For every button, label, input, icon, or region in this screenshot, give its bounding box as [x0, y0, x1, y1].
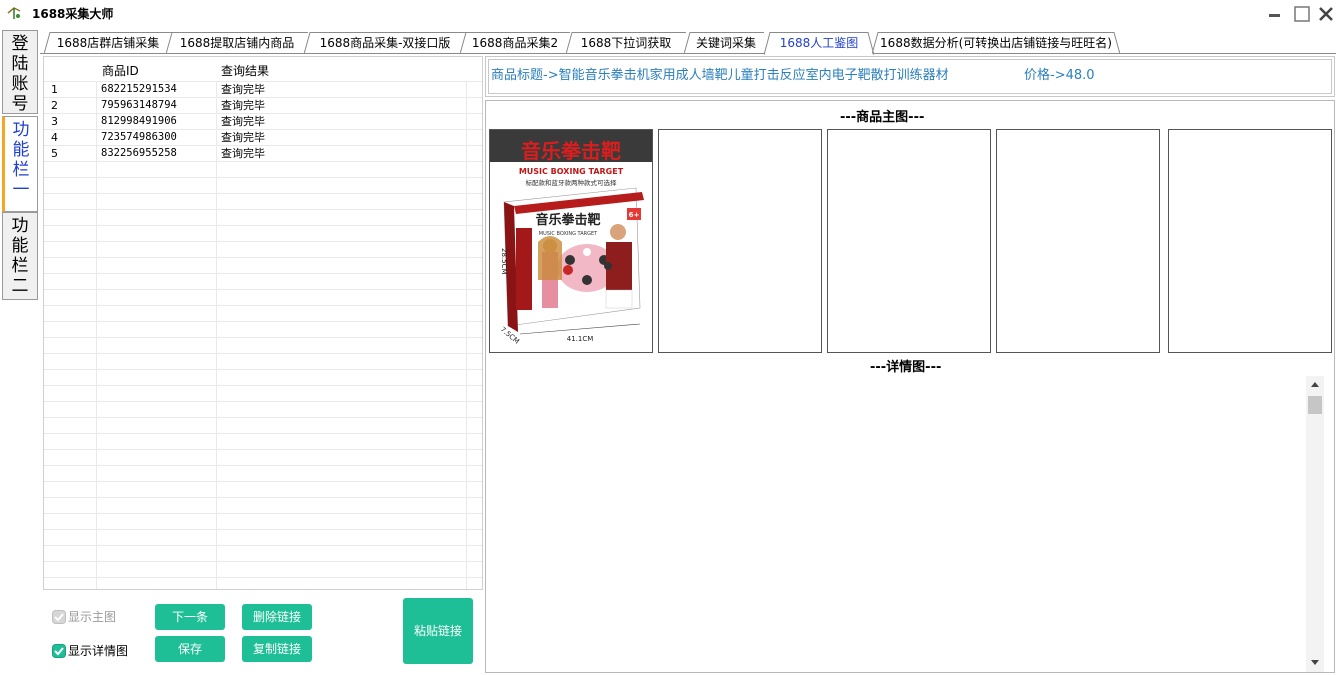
side-tab-label: 登陆账号: [11, 34, 29, 114]
tab-label: 1688店群店铺采集: [56, 36, 160, 50]
tab-data-analysis[interactable]: 1688数据分析(可转换出店铺链接与旺旺名): [872, 32, 1120, 54]
minimize-icon[interactable]: [1265, 4, 1285, 24]
detail-image-viewer[interactable]: [487, 376, 1307, 672]
image-review-panel: ---商品主图--- 音乐拳击靶 MUSIC BOXING TARGET 标配款…: [485, 100, 1335, 673]
checkbox-checked-icon: [52, 644, 66, 658]
row-product-id: 832256955258: [101, 147, 177, 159]
app-title: 1688采集大师: [32, 7, 114, 21]
side-tab-label: 功能栏二: [11, 216, 29, 296]
main-image-section-title: ---商品主图---: [840, 110, 925, 125]
scroll-thumb[interactable]: [1308, 396, 1322, 414]
row-product-id: 795963148794: [101, 99, 177, 111]
show-main-image-checkbox[interactable]: 显示主图: [52, 610, 122, 624]
row-product-id: 812998491906: [101, 115, 177, 127]
product-image-tagline: 标配款和蓝牙款两种款式可选择: [526, 178, 618, 187]
product-box-subtitle: MUSIC BOXING TARGET: [539, 231, 598, 237]
tab-dropdown-words[interactable]: 1688下拉词获取: [566, 32, 686, 54]
table-row[interactable]: 5 832256955258 查询完毕: [44, 146, 466, 162]
tab-shop-group-collect[interactable]: 1688店群店铺采集: [44, 32, 172, 54]
column-header-query-result[interactable]: 查询结果: [221, 62, 269, 79]
tab-label: 1688商品采集-双接口版: [319, 36, 451, 50]
tab-extract-shop-products[interactable]: 1688提取店铺内商品: [166, 32, 308, 54]
row-index: 4: [51, 131, 58, 144]
show-main-image-label: 显示主图: [68, 610, 117, 624]
delete-link-button[interactable]: 删除链接: [242, 604, 312, 630]
side-tab-function-1[interactable]: 功能栏一: [2, 116, 38, 212]
detail-scrollbar[interactable]: [1306, 376, 1324, 672]
row-index: 3: [51, 115, 58, 128]
row-index: 2: [51, 99, 58, 112]
table-row[interactable]: 2 795963148794 查询完毕: [44, 98, 466, 114]
side-tab-login[interactable]: 登陆账号: [2, 30, 38, 114]
title-bar: 1688采集大师: [0, 0, 1336, 28]
main-image-2[interactable]: [658, 129, 822, 353]
tab-label: 1688商品采集2: [471, 36, 559, 50]
product-info-box: 商品标题->智能音乐拳击机家用成人墙靶儿童打击反应室内电子靶散打训练器材 价格-…: [485, 56, 1335, 97]
product-dim-width: 41.1CM: [567, 335, 594, 343]
main-image-1[interactable]: 音乐拳击靶 MUSIC BOXING TARGET 标配款和蓝牙款两种款式可选择…: [489, 129, 653, 353]
maximize-icon[interactable]: [1292, 4, 1312, 24]
tab-label: 1688数据分析(可转换出店铺链接与旺旺名): [880, 36, 1112, 50]
table-header: 商品ID 查询结果: [44, 57, 482, 81]
row-product-id: 682215291534: [101, 83, 177, 95]
product-info-field[interactable]: 商品标题->智能音乐拳击机家用成人墙靶儿童打击反应室内电子靶散打训练器材 价格-…: [488, 59, 1332, 94]
tab-label: 1688提取店铺内商品: [179, 36, 295, 50]
product-age-badge: 6+: [629, 211, 640, 219]
app-icon: [7, 7, 21, 19]
tab-manual-image-review[interactable]: 1688人工鉴图: [764, 32, 874, 55]
main-image-3[interactable]: [827, 129, 991, 353]
detail-image-section-title: ---详情图---: [870, 360, 942, 375]
tab-bar: 1688店群店铺采集 1688提取店铺内商品 1688商品采集-双接口版 168…: [40, 30, 1336, 55]
product-title-text: 商品标题->智能音乐拳击机家用成人墙靶儿童打击反应室内电子靶散打训练器材: [491, 68, 949, 83]
paste-link-button[interactable]: 粘贴链接: [403, 598, 473, 664]
product-image: 音乐拳击靶 MUSIC BOXING TARGET 标配款和蓝牙款两种款式可选择…: [490, 130, 652, 346]
show-detail-image-checkbox[interactable]: 显示详情图: [52, 644, 132, 658]
tab-product-collect-2[interactable]: 1688商品采集2: [460, 32, 570, 54]
show-detail-image-label: 显示详情图: [68, 644, 129, 658]
product-price-text: 价格->48.0: [1024, 68, 1095, 83]
scroll-down-arrow-icon[interactable]: [1311, 660, 1319, 665]
side-tab-function-2[interactable]: 功能栏二: [2, 212, 38, 300]
side-tab-label: 功能栏一: [12, 120, 30, 200]
tab-product-collect-dual[interactable]: 1688商品采集-双接口版: [304, 32, 466, 54]
save-button[interactable]: 保存: [155, 636, 225, 662]
column-divider: [466, 57, 467, 589]
row-query-result: 查询完毕: [221, 83, 265, 96]
checkbox-checked-icon: [52, 610, 66, 624]
table-row[interactable]: 4 723574986300 查询完毕: [44, 130, 466, 146]
copy-link-button[interactable]: 复制链接: [242, 636, 312, 662]
product-image-title: 音乐拳击靶: [521, 139, 621, 163]
row-query-result: 查询完毕: [221, 115, 265, 128]
scroll-up-arrow-icon[interactable]: [1311, 382, 1319, 387]
tab-label: 关键词采集: [695, 36, 756, 50]
row-query-result: 查询完毕: [221, 131, 265, 144]
product-image-subtitle: MUSIC BOXING TARGET: [519, 167, 624, 176]
column-header-product-id[interactable]: 商品ID: [102, 62, 139, 79]
table-row[interactable]: 1 682215291534 查询完毕: [44, 82, 466, 98]
product-dim-height: 28.5CM: [500, 248, 508, 275]
row-product-id: 723574986300: [101, 131, 177, 143]
row-query-result: 查询完毕: [221, 99, 265, 112]
tab-label: 1688人工鉴图: [779, 36, 859, 50]
tab-keyword-collect[interactable]: 关键词采集: [684, 32, 768, 54]
close-icon[interactable]: [1316, 4, 1336, 24]
scrollbar-graphics: [1308, 382, 1322, 665]
product-id-table[interactable]: 商品ID 查询结果 1 682215291534 查询完毕 2 79596314…: [43, 56, 483, 590]
main-image-5[interactable]: [1168, 129, 1332, 353]
next-button[interactable]: 下一条: [155, 604, 225, 630]
row-index: 1: [51, 83, 58, 96]
table-row[interactable]: 3 812998491906 查询完毕: [44, 114, 466, 130]
tab-label: 1688下拉词获取: [580, 36, 672, 50]
product-box-title: 音乐拳击靶: [535, 212, 600, 228]
row-query-result: 查询完毕: [221, 147, 265, 160]
row-index: 5: [51, 147, 58, 160]
main-image-4[interactable]: [996, 129, 1160, 353]
